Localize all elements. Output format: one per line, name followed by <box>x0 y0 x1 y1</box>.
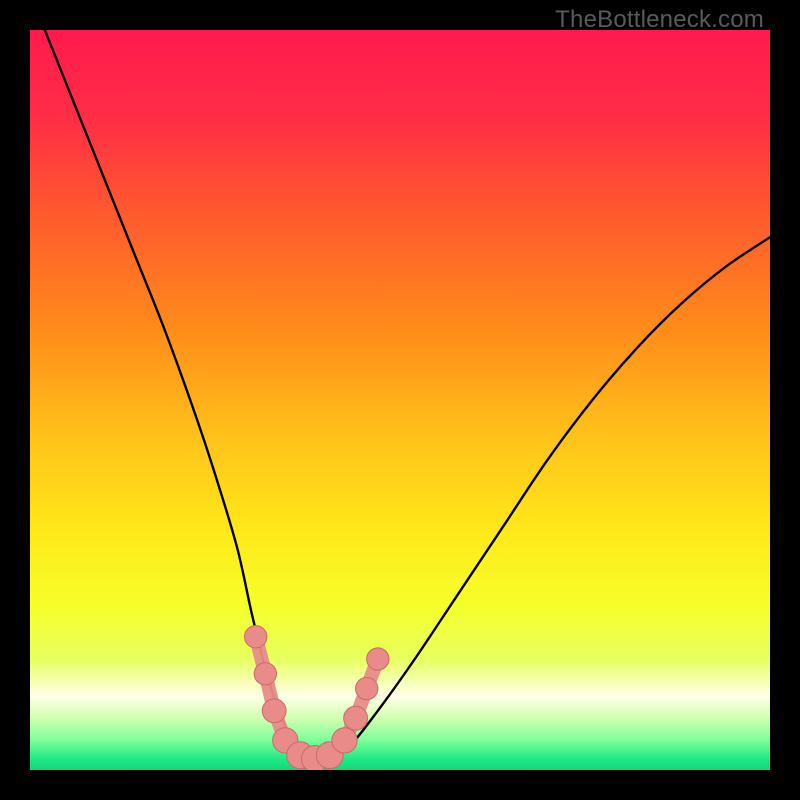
data-marker <box>356 677 378 699</box>
watermark-text: TheBottleneck.com <box>555 6 764 34</box>
data-marker <box>367 648 389 670</box>
data-marker <box>254 663 276 685</box>
data-marker <box>262 699 286 723</box>
data-marker <box>332 728 357 753</box>
plot-area <box>30 30 770 770</box>
chart-frame: TheBottleneck.com <box>0 0 800 800</box>
curve-path <box>45 30 770 764</box>
bottleneck-curve <box>30 30 770 770</box>
data-marker <box>245 626 267 648</box>
data-marker <box>344 706 368 730</box>
